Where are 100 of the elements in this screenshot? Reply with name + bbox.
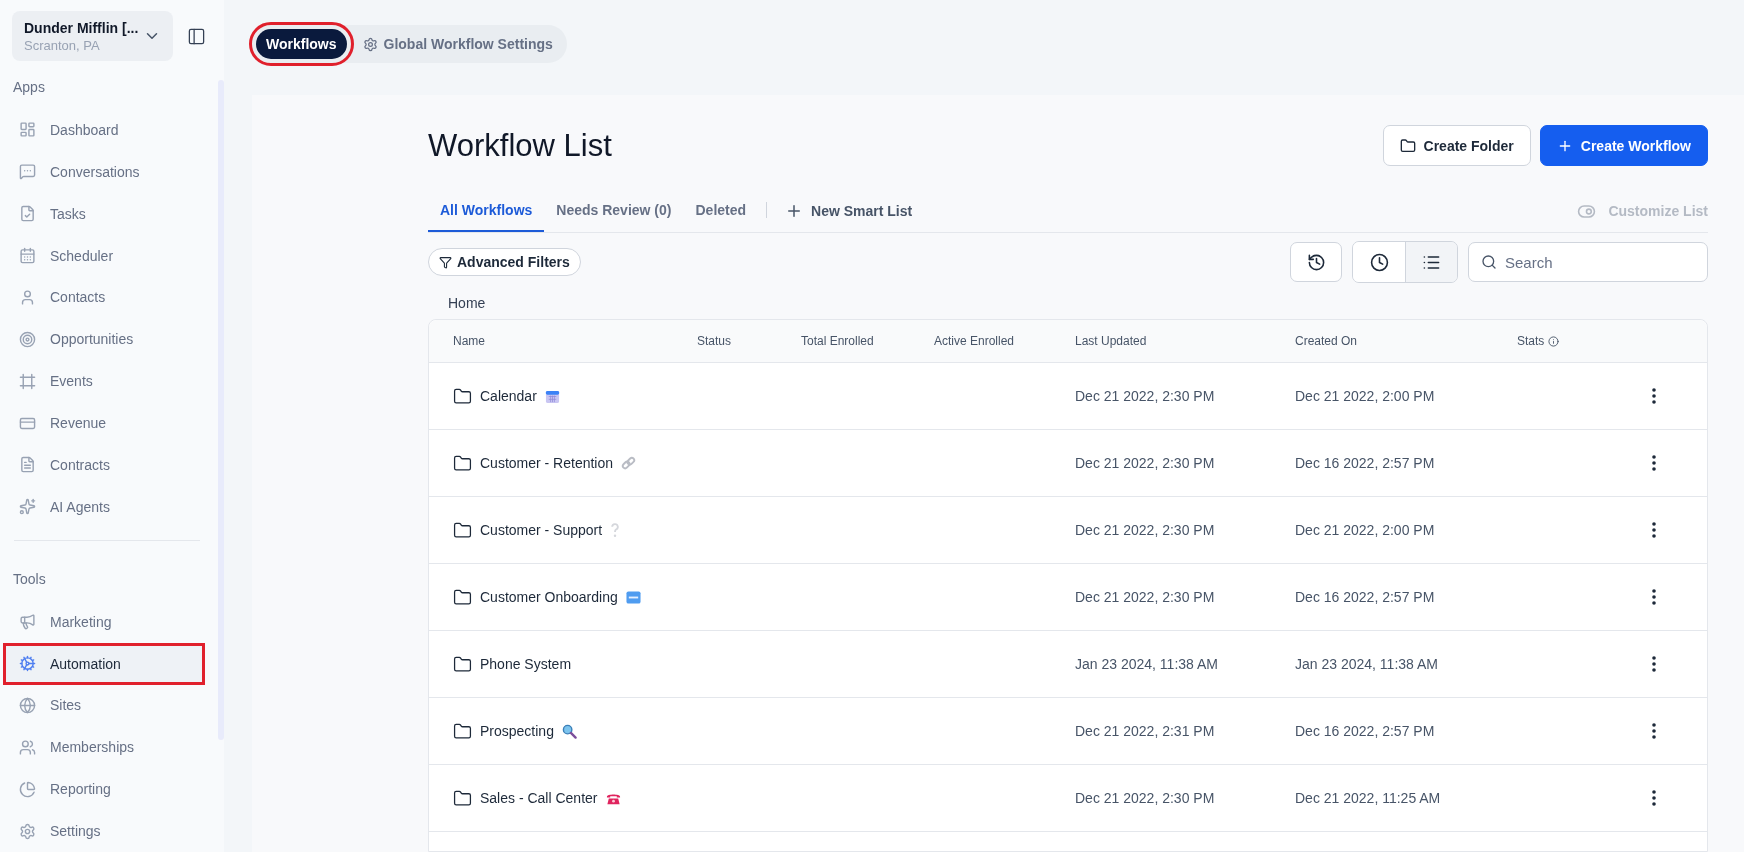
folder-icon	[453, 721, 472, 741]
sidebar-label: Opportunities	[50, 331, 134, 348]
history-button[interactable]	[1290, 242, 1342, 282]
more-vertical-icon	[1652, 723, 1656, 739]
list-view-button[interactable]	[1405, 242, 1457, 282]
list-tab[interactable]: All Workflows	[428, 190, 545, 232]
workflow-name: Customer - Retention	[480, 455, 614, 471]
table-cell-text: Dec 21 2022, 2:00 PM	[1295, 388, 1436, 404]
breadcrumb[interactable]: Home	[448, 295, 1708, 311]
sidebar-item[interactable]: Marketing	[3, 600, 205, 643]
workflow-name: Phone System	[480, 656, 572, 672]
filter-icon	[439, 255, 452, 269]
more-vertical-icon	[1652, 455, 1656, 471]
folder-icon	[453, 453, 472, 473]
more-vertical-icon	[1652, 522, 1656, 538]
sidebar-item[interactable]: Opportunities	[3, 318, 205, 361]
sidebar-toggle-icon[interactable]	[187, 26, 206, 46]
folder-icon	[1399, 137, 1416, 154]
table-cell-text: Dec 21 2022, 2:00 PM	[1295, 522, 1436, 538]
column-header: Name	[453, 334, 486, 348]
sidebar-label: Tasks	[50, 205, 86, 222]
sparkles-icon	[19, 498, 36, 516]
calendar-icon	[19, 247, 36, 265]
section-title: Apps	[13, 79, 46, 95]
table-row[interactable]: Customer - Retention Dec 21 2022, 2:30 PM Dec 16 2022, 2:57 PM	[429, 430, 1707, 497]
info-icon	[1548, 335, 1560, 347]
table-row[interactable]: Calendar Dec 21 2022, 2:30 PM Dec 21 2022, 2:00 PM	[429, 363, 1707, 430]
table-cell-text: Dec 21 2022, 2:30 PM	[1075, 522, 1216, 538]
gear-icon	[19, 655, 36, 673]
search-icon	[1481, 254, 1497, 270]
column-header: Stats	[1517, 334, 1645, 348]
sidebar-label: Dashboard	[50, 121, 119, 138]
megaphone-icon	[19, 613, 36, 631]
sidebar-label: Sites	[50, 697, 82, 714]
sidebar-item[interactable]: Conversations	[3, 150, 205, 193]
clock-view-button[interactable]	[1353, 242, 1405, 282]
table-cell-text: Jan 23 2024, 11:38 AM	[1295, 656, 1439, 672]
sidebar-item[interactable]: AI Agents	[3, 485, 205, 528]
sidebar-item[interactable]: Settings	[3, 810, 205, 852]
column-header: Status	[697, 334, 733, 348]
table-row[interactable]: Phone System Jan 23 2024, 11:38 AM Jan 23 2024, 11:38 AM	[429, 631, 1707, 698]
table-cell-text: Dec 21 2022, 2:30 PM	[1075, 455, 1216, 471]
section-title: Tools	[13, 570, 47, 587]
sidebar-label: AI Agents	[50, 498, 110, 515]
list-tab[interactable]: Deleted	[683, 190, 759, 232]
sidebar-item[interactable]: Contracts	[3, 444, 205, 486]
more-vertical-icon	[1652, 388, 1656, 404]
checked-document-icon	[19, 205, 36, 223]
sidebar-label: Revenue	[50, 415, 107, 432]
create-folder-button[interactable]: Create Folder	[1382, 125, 1531, 166]
table-cell-text: Dec 16 2022, 2:57 PM	[1295, 723, 1436, 739]
workflow-name: Prospecting	[480, 723, 554, 739]
dashboard-icon	[19, 121, 36, 139]
sidebar-label: Events	[50, 373, 93, 390]
new-smart-list-button[interactable]: New Smart List	[775, 190, 923, 232]
sidebar-item[interactable]: Dashboard	[3, 109, 205, 151]
more-vertical-icon	[1652, 656, 1656, 672]
table-cell-text: Dec 21 2022, 2:30 PM	[1075, 790, 1216, 806]
sidebar-label: Contracts	[50, 456, 110, 473]
account-switcher[interactable]: Dunder Mifflin [... Scranton, PA	[12, 11, 173, 61]
search-field[interactable]: Search	[1468, 242, 1708, 282]
advanced-filters-button[interactable]: Advanced Filters	[428, 248, 581, 276]
list-tab[interactable]: Needs Review (0)	[544, 190, 684, 232]
sidebar-label: Memberships	[50, 739, 135, 756]
account-location: Scranton, PA	[24, 37, 101, 53]
sidebar-item[interactable]: Revenue	[3, 402, 205, 444]
pie-chart-icon	[19, 780, 36, 798]
sidebar-item[interactable]: Sites	[3, 684, 205, 727]
sidebar-label: Reporting	[50, 781, 111, 798]
history-icon	[1306, 252, 1326, 272]
table-row[interactable]: Customer Onboarding Dec 21 2022, 2:30 PM Dec 16 2022, 2:57 PM	[429, 564, 1707, 631]
sidebar-label: Settings	[50, 823, 101, 840]
clock-icon	[1369, 252, 1389, 272]
target-icon	[19, 330, 36, 348]
table-row[interactable]: Sales - Call Center Dec 21 2022, 2:30 PM Dec 21 2022, 11:25 AM	[429, 765, 1707, 832]
table-row[interactable]: Customer - Support Dec 21 2022, 2:30 PM Dec 21 2022, 2:00 PM	[429, 497, 1707, 564]
sidebar-item[interactable]: Contacts	[3, 276, 205, 319]
sidebar-item[interactable]: Automation	[3, 642, 205, 685]
folder-icon	[453, 654, 472, 674]
sidebar-label: Scheduler	[50, 247, 114, 264]
table-row[interactable]: Prospecting Dec 21 2022, 2:31 PM Dec 16 2022, 2:57 PM	[429, 698, 1707, 765]
search-input[interactable]: Search	[1503, 252, 1687, 272]
column-header: Total Enrolled	[801, 334, 875, 348]
folder-icon	[453, 520, 472, 540]
folder-icon	[453, 587, 472, 607]
new-badge-icon	[625, 589, 641, 605]
people-icon	[19, 738, 36, 756]
sidebar-item[interactable]: Scheduler	[3, 234, 205, 277]
settings-icon	[19, 822, 36, 840]
sidebar-item[interactable]: Tasks	[3, 192, 205, 235]
question-mark-icon	[610, 522, 621, 538]
sidebar-item[interactable]: Reporting	[3, 768, 205, 811]
column-header: Active Enrolled	[934, 334, 1016, 348]
sidebar-item[interactable]: Memberships	[3, 726, 205, 769]
account-name: Dunder Mifflin [...	[24, 19, 139, 36]
sidebar-item[interactable]: Events	[3, 360, 205, 403]
column-header: Last Updated	[1075, 334, 1148, 348]
folder-icon	[453, 386, 472, 406]
top-tab[interactable]: Global Workflow Settings	[352, 29, 563, 59]
create-workflow-button[interactable]: Create Workflow	[1539, 125, 1708, 166]
